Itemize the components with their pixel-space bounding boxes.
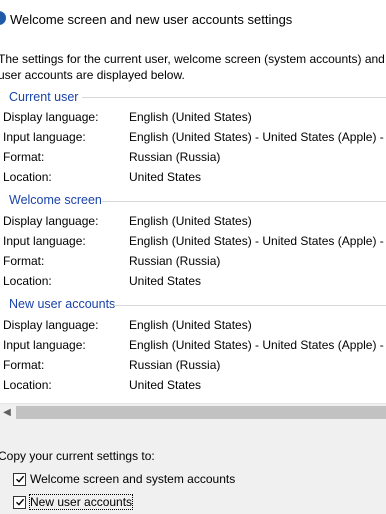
row-label: Display language:: [3, 318, 99, 332]
row-label: Format:: [3, 358, 45, 372]
row-new-location: Location: United States: [0, 378, 386, 398]
row-value: United States: [129, 378, 202, 392]
row-value: English (United States) - United States …: [129, 234, 386, 248]
row-label: Input language:: [3, 234, 86, 248]
row-label: Display language:: [3, 214, 99, 228]
new-user-accounts-checkbox[interactable]: [13, 495, 26, 509]
row-label: Input language:: [3, 130, 86, 144]
section-divider: [102, 201, 386, 202]
horizontal-scrollbar[interactable]: ◀: [0, 403, 386, 421]
row-current-display-language: Display language: English (United States…: [0, 110, 386, 130]
row-new-format: Format: Russian (Russia): [0, 358, 386, 378]
row-label: Display language:: [3, 110, 99, 124]
checkmark-icon: [15, 475, 24, 483]
row-welcome-format: Format: Russian (Russia): [0, 254, 386, 274]
intro-text: The settings for the current user, welco…: [0, 51, 386, 83]
intro-line-1: The settings for the current user, welco…: [0, 52, 386, 66]
row-welcome-display-language: Display language: English (United States…: [0, 214, 386, 234]
window-titlebar: Welcome screen and new user accounts set…: [0, 0, 386, 41]
globe-icon: [0, 11, 6, 25]
row-welcome-location: Location: United States: [0, 274, 386, 294]
section-divider: [114, 305, 386, 306]
row-value: English (United States): [129, 214, 252, 228]
row-label: Format:: [3, 254, 45, 268]
welcome-screen-checkbox-label[interactable]: Welcome screen and system accounts: [30, 472, 235, 486]
row-value: United States: [129, 170, 202, 184]
row-new-display-language: Display language: English (United States…: [0, 318, 386, 338]
row-value: English (United States): [129, 110, 252, 124]
row-value: United States: [129, 274, 202, 288]
section-header-welcome-screen: Welcome screen: [9, 193, 102, 207]
row-value: English (United States) - United States …: [129, 338, 386, 352]
intro-line-2: user accounts are displayed below.: [0, 68, 185, 82]
row-current-format: Format: Russian (Russia): [0, 150, 386, 170]
row-value: English (United States) - United States …: [129, 130, 386, 144]
section-divider: [82, 97, 386, 98]
welcome-screen-checkbox[interactable]: [13, 472, 26, 486]
row-label: Format:: [3, 150, 45, 164]
row-value: Russian (Russia): [129, 254, 221, 268]
row-current-location: Location: United States: [0, 170, 386, 190]
row-welcome-input-language: Input language: English (United States) …: [0, 234, 386, 254]
row-value: Russian (Russia): [129, 150, 221, 164]
window-title: Welcome screen and new user accounts set…: [10, 12, 293, 27]
settings-panel: The settings for the current user, welco…: [0, 40, 386, 405]
new-user-accounts-checkbox-label[interactable]: New user accounts: [28, 494, 134, 510]
row-label: Input language:: [3, 338, 86, 352]
checkmark-icon: [15, 498, 24, 506]
row-label: Location:: [3, 274, 52, 288]
welcome-screen-checkbox-row[interactable]: Welcome screen and system accounts: [13, 470, 235, 488]
row-label: Location:: [3, 378, 52, 392]
row-label: Location:: [3, 170, 52, 184]
new-user-accounts-checkbox-row[interactable]: New user accounts: [13, 493, 134, 511]
row-value: Russian (Russia): [129, 358, 221, 372]
row-value: English (United States): [129, 318, 252, 332]
scrollbar-thumb[interactable]: [16, 406, 386, 419]
section-header-new-user-accounts: New user accounts: [9, 297, 116, 311]
row-current-input-language: Input language: English (United States) …: [0, 130, 386, 150]
row-new-input-language: Input language: English (United States) …: [0, 338, 386, 358]
section-header-current-user: Current user: [9, 90, 79, 104]
scroll-left-arrow-icon[interactable]: ◀: [0, 404, 14, 421]
copy-settings-label: Copy your current settings to:: [0, 449, 155, 463]
